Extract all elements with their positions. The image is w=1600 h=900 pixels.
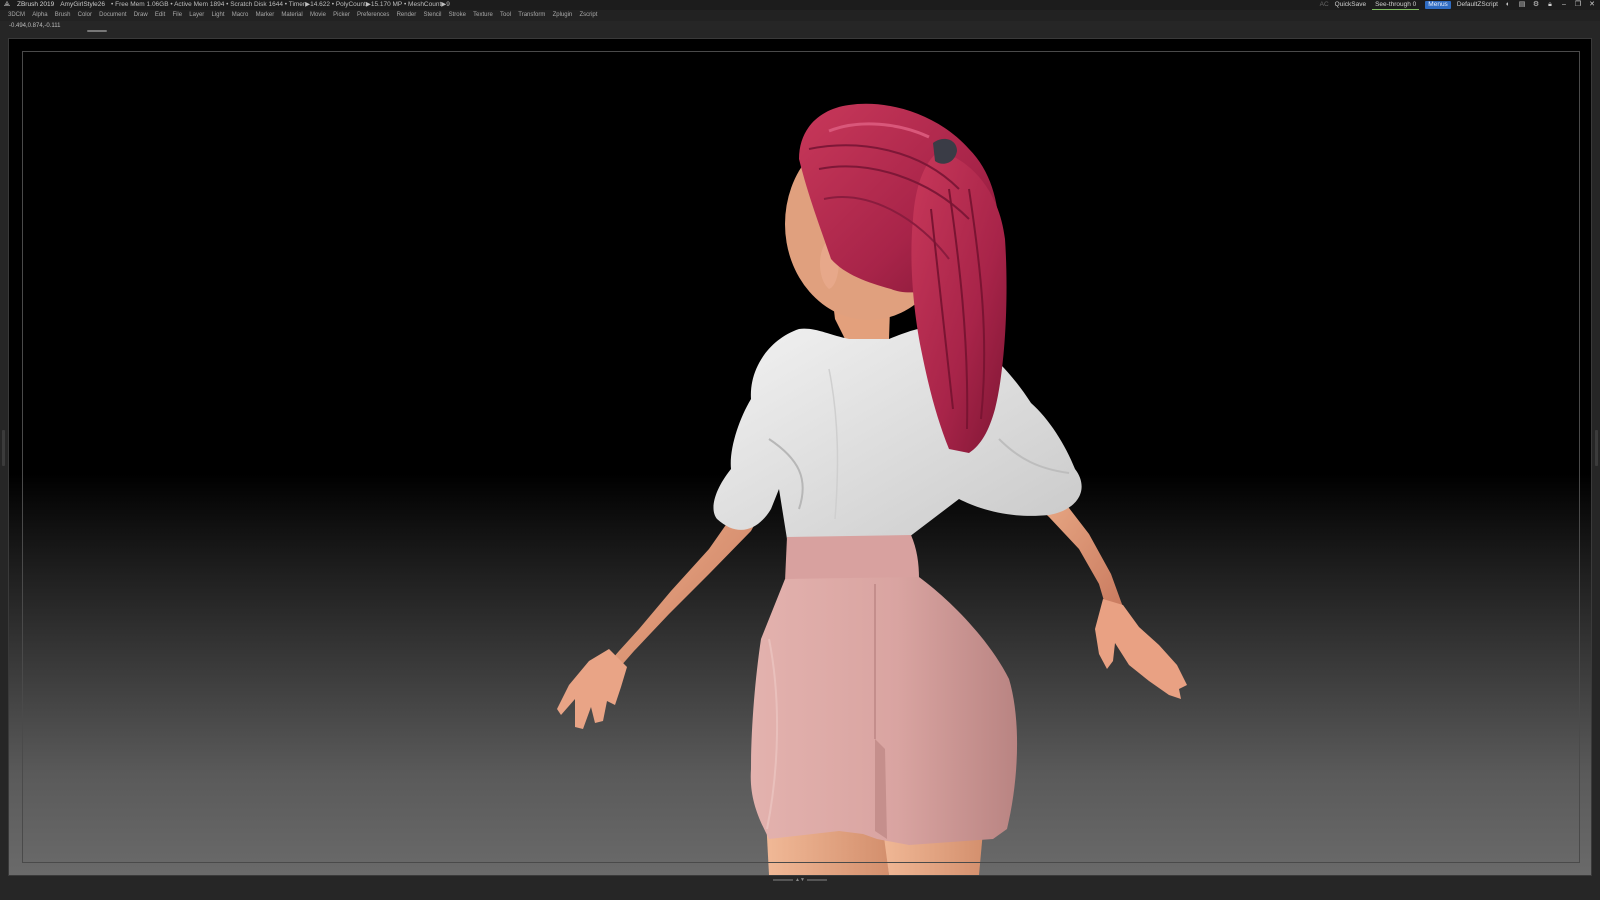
menu-movie[interactable]: Movie	[310, 10, 326, 21]
app-name: ZBrush 2019	[17, 1, 55, 8]
menu-texture[interactable]: Texture	[473, 10, 493, 21]
skirt-waistband	[785, 535, 919, 581]
menu-transform[interactable]: Transform	[518, 10, 545, 21]
quicksave-button[interactable]: QuickSave	[1335, 0, 1366, 10]
app-logo-icon: ⟁	[3, 1, 11, 8]
menu-3dcm[interactable]: 3DCM	[8, 10, 25, 21]
menu-color[interactable]: Color	[78, 10, 92, 21]
title-bar: ⟁ ZBrush 2019 AmyGirlStyle26 • Free Mem …	[0, 0, 1600, 10]
chevron-up-down-icon: ▲▼	[795, 877, 805, 883]
settings-icon[interactable]: ⚙	[1532, 1, 1540, 9]
shelf-scroll-handle[interactable]	[87, 30, 107, 32]
menu-file[interactable]: File	[172, 10, 182, 21]
menu-material[interactable]: Material	[281, 10, 302, 21]
menu-light[interactable]: Light	[212, 10, 225, 21]
bottom-shelf	[0, 884, 1600, 900]
menu-preferences[interactable]: Preferences	[357, 10, 389, 21]
left-hand	[557, 649, 627, 729]
menu-document[interactable]: Document	[99, 10, 126, 21]
menus-button[interactable]: Menus	[1425, 1, 1451, 9]
ac-toggle[interactable]: AC	[1320, 0, 1329, 10]
shirt	[713, 327, 1082, 539]
see-through-slider[interactable]: See-through 0	[1372, 1, 1420, 10]
close-icon[interactable]: ✕	[1588, 1, 1596, 9]
default-script-button[interactable]: DefaultZScript	[1457, 0, 1498, 10]
document-name: AmyGirlStyle26	[60, 1, 106, 8]
menu-alpha[interactable]: Alpha	[32, 10, 47, 21]
right-hand	[1095, 599, 1187, 699]
menu-render[interactable]: Render	[397, 10, 417, 21]
lock-icon[interactable]: 🔒︎	[1546, 1, 1554, 9]
menu-bar: 3DCM Alpha Brush Color Document Draw Edi…	[0, 10, 1600, 21]
palette-icon[interactable]: ◐	[1504, 1, 1512, 9]
model-render	[557, 103, 1187, 875]
document-canvas[interactable]	[9, 39, 1591, 875]
menu-layer[interactable]: Layer	[189, 10, 204, 21]
menu-picker[interactable]: Picker	[333, 10, 350, 21]
memory-stats: • Free Mem 1.06GB • Active Mem 1894 • Sc…	[111, 1, 450, 8]
menu-tool[interactable]: Tool	[500, 10, 511, 21]
menu-edit[interactable]: Edit	[155, 10, 165, 21]
handle-bar-right	[806, 879, 827, 881]
minimize-icon[interactable]: –	[1560, 1, 1568, 9]
right-tray-handle[interactable]	[1595, 430, 1598, 466]
restore-icon[interactable]: ❐	[1574, 1, 1582, 9]
left-tray-handle[interactable]	[2, 430, 5, 466]
menu-brush[interactable]: Brush	[55, 10, 71, 21]
menu-stencil[interactable]: Stencil	[423, 10, 441, 21]
handle-bar-left	[773, 879, 794, 881]
bottom-tray-handle[interactable]: ▲▼	[772, 877, 828, 883]
menu-marker[interactable]: Marker	[256, 10, 275, 21]
menu-macro[interactable]: Macro	[232, 10, 249, 21]
cursor-coordinates: -0.494,0.874,-0.111	[9, 23, 61, 29]
menu-zplugin[interactable]: Zplugin	[553, 10, 573, 21]
menu-draw[interactable]: Draw	[134, 10, 148, 21]
coordinate-readout-bar: -0.494,0.874,-0.111	[0, 21, 1600, 32]
menu-zscript[interactable]: Zscript	[579, 10, 597, 21]
menu-stroke[interactable]: Stroke	[449, 10, 466, 21]
layout-icon[interactable]: ▤	[1518, 1, 1526, 9]
